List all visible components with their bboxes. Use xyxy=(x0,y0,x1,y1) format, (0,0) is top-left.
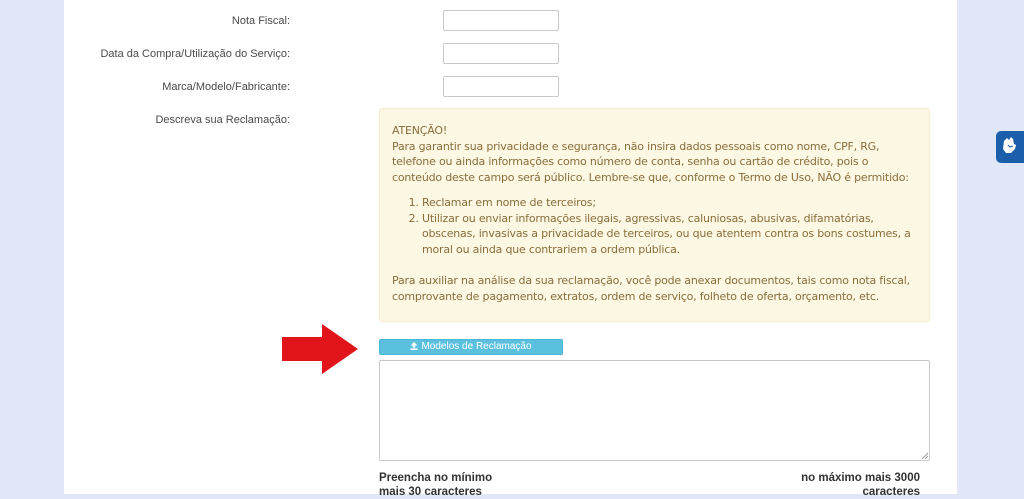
reclamacao-textarea[interactable] xyxy=(379,360,930,461)
min-chars-line1: Preencha no mínimo xyxy=(379,472,493,484)
modelos-reclamacao-button[interactable]: Modelos de Reclamação xyxy=(379,339,563,355)
marca-label: Marca/Modelo/Fabricante: xyxy=(162,81,290,93)
max-chars-line1: no máximo mais 3000 xyxy=(801,472,920,484)
nota-fiscal-input[interactable] xyxy=(443,10,559,31)
alert-footer: Para auxiliar na análise da sua reclamaç… xyxy=(392,274,910,303)
data-compra-label: Data da Compra/Utilização do Serviço: xyxy=(100,48,290,60)
modelos-reclamacao-label: Modelos de Reclamação xyxy=(421,341,532,352)
resize-grip-icon[interactable] xyxy=(921,452,928,459)
red-arrow-icon xyxy=(282,324,358,374)
max-chars-line2: caracteres xyxy=(862,486,920,498)
descreva-label: Descreva sua Reclamação: xyxy=(155,114,290,126)
accessibility-widget-button[interactable] xyxy=(996,131,1024,163)
alert-intro: Para garantir sua privacidade e seguranç… xyxy=(392,139,909,184)
alert-list: Reclamar em nome de terceiros; Utilizar … xyxy=(392,195,917,257)
alert-list-item: Utilizar ou enviar informações ilegais, … xyxy=(422,211,917,258)
data-compra-input[interactable] xyxy=(443,43,559,64)
nota-fiscal-label: Nota Fiscal: xyxy=(231,15,290,27)
min-chars-line2: mais 30 caracteres xyxy=(379,486,482,498)
alert-list-item: Reclamar em nome de terceiros; xyxy=(422,195,917,211)
alert-title: ATENÇÃO! xyxy=(392,124,448,137)
privacy-warning-alert: ATENÇÃO! Para garantir sua privacidade e… xyxy=(379,108,930,322)
sign-language-icon xyxy=(1003,137,1016,153)
upload-icon xyxy=(410,342,418,350)
max-chars-hint: no máximo mais 3000 caracteres xyxy=(801,471,920,499)
min-chars-hint: Preencha no mínimo mais 30 caracteres xyxy=(379,471,492,499)
marca-input[interactable] xyxy=(443,76,559,97)
